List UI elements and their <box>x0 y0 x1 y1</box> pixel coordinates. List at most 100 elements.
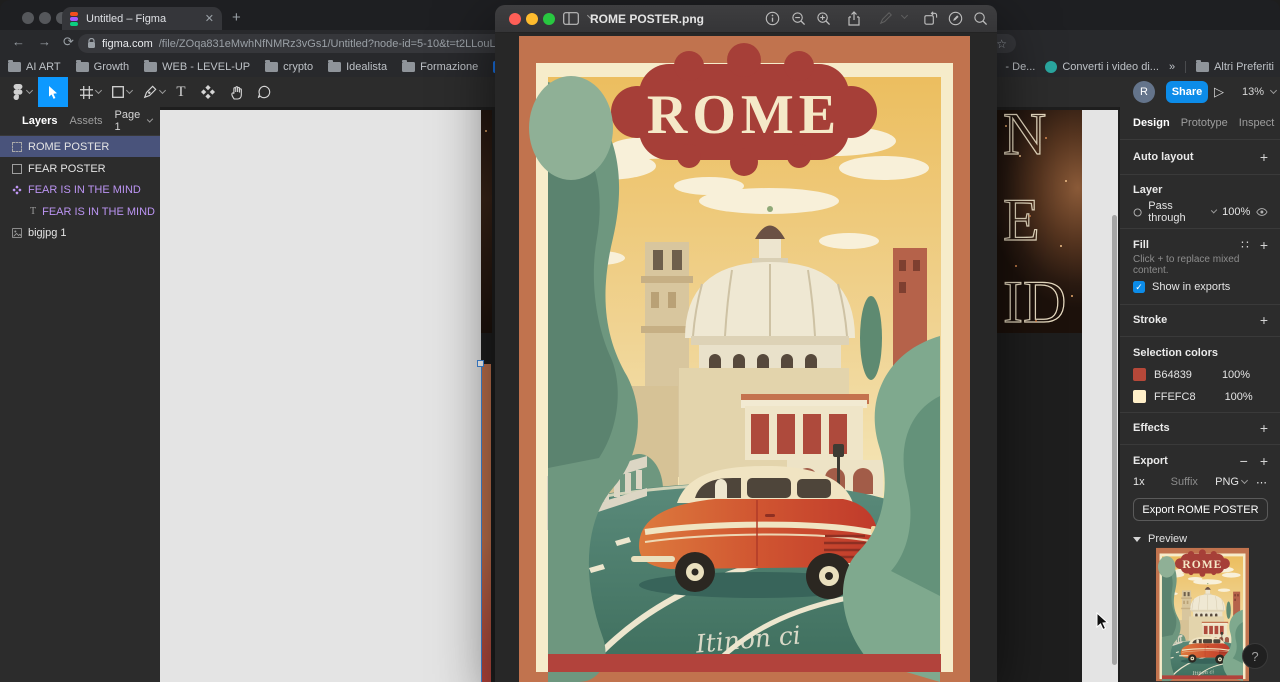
shape-tool-button[interactable] <box>106 77 138 107</box>
fear-letter-n: N <box>1003 110 1046 167</box>
preview-close-button[interactable] <box>509 13 521 25</box>
add-fill-button[interactable]: + <box>1260 237 1268 253</box>
new-tab-button[interactable]: + <box>232 9 241 26</box>
bookmark-star-icon[interactable]: ☆ <box>996 37 1007 51</box>
chevron-down-icon <box>1241 477 1248 484</box>
export-rome-poster-button[interactable]: Export ROME POSTER <box>1133 498 1268 521</box>
info-icon[interactable] <box>765 11 781 27</box>
text-tool-button[interactable]: T <box>168 77 194 107</box>
zoom-level-dropdown[interactable]: 13% <box>1242 77 1276 107</box>
fear-poster-fragment[interactable]: N E ID <box>997 110 1082 333</box>
rome-poster-edge-selected[interactable] <box>481 364 491 682</box>
markup-pen-icon[interactable] <box>879 11 895 27</box>
preview-window[interactable]: ROME POSTER.png <box>495 5 997 682</box>
remove-export-button[interactable]: − <box>1240 453 1248 469</box>
markup-chevron-icon[interactable] <box>901 12 908 19</box>
browser-tab[interactable]: Untitled – Figma ✕ <box>62 7 222 30</box>
annotate-icon[interactable] <box>948 11 964 27</box>
rome-poster-image <box>519 36 970 682</box>
canvas-scrollbar[interactable] <box>1112 215 1117 665</box>
collaborator-avatar[interactable]: R <box>1133 81 1155 103</box>
component-icon <box>12 185 22 195</box>
chevron-down-icon <box>26 87 33 94</box>
color-swatch[interactable] <box>1133 368 1146 381</box>
tab-layers[interactable]: Layers <box>22 115 57 127</box>
chevron-down-icon <box>94 87 101 94</box>
tab-design[interactable]: Design <box>1133 117 1170 129</box>
rotate-icon[interactable] <box>923 11 939 27</box>
window-close-button[interactable] <box>22 12 34 24</box>
bookmark-formazione[interactable]: Formazione <box>402 61 478 73</box>
search-icon[interactable] <box>973 11 989 27</box>
export-more-options-icon[interactable]: ⋯ <box>1256 476 1268 489</box>
export-scale-dropdown[interactable]: 1x <box>1133 476 1145 488</box>
blend-mode-dropdown[interactable]: Pass through <box>1148 200 1202 224</box>
folder-icon <box>8 62 21 72</box>
hand-tool-button[interactable] <box>222 77 250 107</box>
present-button[interactable]: ▷ <box>1214 77 1224 107</box>
selection-colors-title: Selection colors <box>1133 347 1218 359</box>
selection-color-row[interactable]: FFEFC8 100% <box>1120 388 1280 405</box>
selection-handle[interactable] <box>477 360 484 367</box>
comment-tool-button[interactable] <box>250 77 278 107</box>
add-auto-layout-button[interactable]: + <box>1260 149 1268 165</box>
move-tool-button[interactable] <box>38 77 68 107</box>
tab-inspect[interactable]: Inspect <box>1239 117 1274 129</box>
export-suffix-input[interactable]: Suffix <box>1171 476 1198 488</box>
tab-prototype[interactable]: Prototype <box>1181 117 1228 129</box>
sidebar-toggle-icon[interactable] <box>563 12 579 28</box>
frame-tool-button[interactable] <box>74 77 106 107</box>
color-swatch[interactable] <box>1133 390 1146 403</box>
page-selector[interactable]: Page 1 <box>115 109 153 133</box>
share-icon[interactable] <box>847 11 863 27</box>
share-button[interactable]: Share <box>1166 81 1208 103</box>
bookmarks-overflow-chevron[interactable]: » <box>1169 61 1175 73</box>
window-minimize-button[interactable] <box>39 12 51 24</box>
add-export-button[interactable]: + <box>1260 453 1268 469</box>
layer-row-component[interactable]: FEAR IS IN THE MIND <box>0 179 160 200</box>
fill-styles-icon[interactable]: ∷ <box>1241 238 1250 252</box>
preview-title-bar[interactable]: ROME POSTER.png <box>495 5 997 33</box>
folder-icon <box>402 62 415 72</box>
layer-row-rome-poster[interactable]: ROME POSTER <box>0 136 160 157</box>
zoom-in-icon[interactable] <box>816 11 832 27</box>
layers-panel: Layers Assets Page 1 ROME POSTER FEAR PO… <box>0 107 160 682</box>
preview-section-header[interactable]: Preview <box>1120 531 1280 547</box>
help-button[interactable]: ? <box>1242 643 1268 669</box>
blend-mode-icon[interactable] <box>1133 207 1142 218</box>
white-artboard[interactable] <box>159 110 481 682</box>
bookmark-growth[interactable]: Growth <box>76 61 129 73</box>
forward-icon[interactable]: → <box>38 34 51 49</box>
selection-color-row[interactable]: B64839 100% <box>1120 366 1280 383</box>
bookmark-web-level-up[interactable]: WEB - LEVEL-UP <box>144 61 250 73</box>
layer-opacity-value[interactable]: 100% <box>1222 206 1250 218</box>
bookmark-altri-preferiti[interactable]: Altri Preferiti <box>1196 61 1274 73</box>
layer-row-text[interactable]: T FEAR IS IN THE MIND <box>0 201 160 222</box>
component-tool-button[interactable] <box>194 77 222 107</box>
bookmark-idealista[interactable]: Idealista <box>328 61 387 73</box>
screen: Untitled – Figma ✕ + ← → ⟳ figma.com /fi… <box>0 0 1280 682</box>
bookmark-truncated[interactable]: - De... <box>1005 61 1035 73</box>
converti-icon <box>1045 61 1057 73</box>
visibility-eye-icon[interactable] <box>1256 207 1268 217</box>
pen-tool-button[interactable] <box>138 77 170 107</box>
tab-assets[interactable]: Assets <box>69 115 102 127</box>
preview-zoom-button[interactable] <box>543 13 555 25</box>
figma-favicon-icon <box>70 12 79 26</box>
tab-close-icon[interactable]: ✕ <box>205 12 214 25</box>
add-effect-button[interactable]: + <box>1260 420 1268 436</box>
layer-row-fear-poster[interactable]: FEAR POSTER <box>0 158 160 179</box>
fear-poster-edge[interactable] <box>481 110 492 333</box>
back-icon[interactable]: ← <box>12 34 25 49</box>
main-menu-button[interactable] <box>6 77 38 107</box>
add-stroke-button[interactable]: + <box>1260 312 1268 328</box>
bookmark-crypto[interactable]: crypto <box>265 61 313 73</box>
export-format-dropdown[interactable]: PNG <box>1215 476 1239 488</box>
preview-minimize-button[interactable] <box>526 13 538 25</box>
reload-icon[interactable]: ⟳ <box>63 34 74 50</box>
zoom-out-icon[interactable] <box>791 11 807 27</box>
show-in-exports-checkbox[interactable]: ✓ <box>1133 281 1145 293</box>
bookmark-converti[interactable]: Converti i video di... <box>1045 61 1159 73</box>
layer-row-image[interactable]: bigjpg 1 <box>0 222 160 243</box>
bookmark-ai-art[interactable]: AI ART <box>8 61 61 73</box>
